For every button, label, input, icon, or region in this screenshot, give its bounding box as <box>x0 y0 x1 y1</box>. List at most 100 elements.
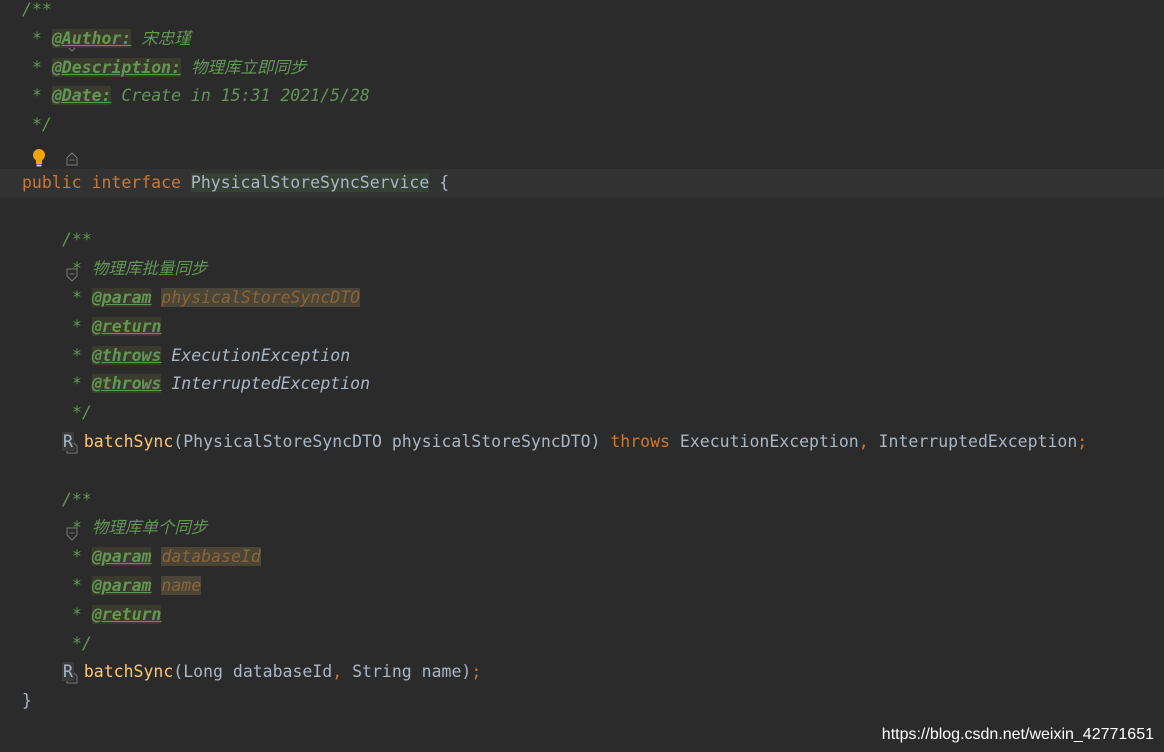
javadoc-line: * @return <box>72 601 162 630</box>
code-line[interactable]: */ <box>0 630 1164 684</box>
fold-icon[interactable] <box>6 494 78 542</box>
fold-icon[interactable] <box>6 118 78 166</box>
javadoc-line: * @param physicalStoreSyncDTO <box>72 284 361 313</box>
param-tag: @param <box>91 576 152 595</box>
code-line[interactable]: * 物理库单个同步 <box>0 514 1164 543</box>
javadoc-star: * <box>72 604 82 624</box>
code-line[interactable]: /** <box>0 486 1164 542</box>
method1-summary: 物理库批量同步 <box>91 259 208 279</box>
javadoc-star: * <box>32 28 42 48</box>
method2-signature: R batchSync(Long databaseId, String name… <box>62 658 481 687</box>
javadoc-open: /** <box>62 489 92 509</box>
code-line[interactable]: * @param databaseId <box>0 543 1164 572</box>
javadoc-line: * @param name <box>72 572 202 601</box>
throws-tag: @throws <box>91 345 162 365</box>
javadoc-line: * @param databaseId <box>72 543 261 572</box>
code-line[interactable]: * 物理库批量同步 <box>0 255 1164 284</box>
method1-signature: R batchSync(PhysicalStoreSyncDTO physica… <box>62 428 1087 457</box>
semicolon: ; <box>1077 432 1088 451</box>
javadoc-line: * @return <box>72 313 162 342</box>
method2-params-a: (Long databaseId <box>173 662 333 682</box>
exception-2: InterruptedException <box>878 432 1078 451</box>
javadoc-star: * <box>72 374 82 394</box>
keyword-throws: throws <box>610 432 670 451</box>
code-line[interactable]: * @param name <box>0 572 1164 601</box>
javadoc-close: */ <box>32 115 52 135</box>
code-line[interactable]: * @return <box>0 313 1164 342</box>
comma: , <box>858 432 869 451</box>
brace-open: { <box>439 172 450 192</box>
code-line[interactable]: /** <box>0 0 1164 52</box>
keyword-interface: interface <box>91 172 181 192</box>
javadoc-star: * <box>72 345 82 365</box>
code-line[interactable]: * @Description: 物理库立即同步 <box>0 54 1164 83</box>
method2-summary: 物理库单个同步 <box>91 518 208 538</box>
author-tag: @Author: <box>51 28 132 48</box>
description-tag: @Description: <box>51 57 182 77</box>
return-tag: @return <box>91 316 162 336</box>
return-type[interactable]: R <box>62 432 74 451</box>
code-line-current[interactable]: public interface PhysicalStoreSyncServic… <box>0 168 1164 198</box>
method1-name[interactable]: batchSync <box>84 432 173 451</box>
fold-icon[interactable] <box>6 4 78 52</box>
code-line[interactable]: * @Author: 宋忠瑾 <box>0 25 1164 54</box>
throws-value: InterruptedException <box>171 374 371 394</box>
javadoc-close: */ <box>72 403 92 423</box>
javadoc-star: * <box>72 518 82 538</box>
param-value: name <box>161 576 202 595</box>
watermark: https://blog.csdn.net/weixin_42771651 <box>881 726 1154 743</box>
fold-icon[interactable] <box>6 406 78 454</box>
method1-params: (PhysicalStoreSyncDTO physicalStoreSyncD… <box>173 432 601 451</box>
javadoc-star: * <box>72 259 82 279</box>
code-editor[interactable]: /** * @Author: 宋忠瑾 * @Description: 物理库立即… <box>0 0 1164 752</box>
method2-name[interactable]: batchSync <box>84 662 173 681</box>
javadoc-line: * @throws ExecutionException <box>72 342 350 371</box>
javadoc-line: * @Author: 宋忠瑾 <box>32 25 191 54</box>
throws-tag: @throws <box>91 374 162 394</box>
date-tag: @Date: <box>51 86 112 106</box>
method2-params-b: String name) <box>352 662 472 682</box>
javadoc-line: * @Description: 物理库立即同步 <box>32 54 306 83</box>
interface-name[interactable]: PhysicalStoreSyncService <box>190 172 430 192</box>
brace-close: } <box>22 691 32 711</box>
description-value: 物理库立即同步 <box>190 57 307 77</box>
javadoc-line: * 物理库批量同步 <box>72 255 207 284</box>
code-line[interactable]: * @throws InterruptedException <box>0 370 1164 399</box>
param-value: databaseId <box>161 547 261 567</box>
interface-declaration: public interface PhysicalStoreSyncServic… <box>22 169 449 198</box>
param-tag: @param <box>91 547 152 567</box>
fold-icon[interactable] <box>6 637 78 684</box>
javadoc-line: * @throws InterruptedException <box>72 370 370 399</box>
javadoc-line: * 物理库单个同步 <box>72 514 207 543</box>
javadoc-star: * <box>32 57 42 77</box>
throws-value: ExecutionException <box>171 345 351 365</box>
lightbulb-icon[interactable] <box>31 148 47 168</box>
fold-icon[interactable] <box>6 234 78 282</box>
exception-1: ExecutionException <box>679 432 859 451</box>
code-line[interactable]: /** <box>0 226 1164 282</box>
code-line[interactable]: * @param physicalStoreSyncDTO <box>0 284 1164 313</box>
param-tag: @param <box>91 288 152 307</box>
comma: , <box>332 662 343 682</box>
return-tag: @return <box>91 604 162 624</box>
code-line[interactable]: } <box>0 687 1164 716</box>
return-type[interactable]: R <box>62 662 74 682</box>
javadoc-line: * @Date: Create in 15:31 2021/5/28 <box>32 82 370 111</box>
code-line[interactable]: */ <box>0 111 1164 166</box>
javadoc-star: * <box>72 316 82 336</box>
javadoc-open: /** <box>22 0 52 19</box>
date-value: Create in 15:31 2021/5/28 <box>121 86 370 106</box>
code-line[interactable]: * @return <box>0 601 1164 630</box>
javadoc-star: * <box>72 576 82 595</box>
code-line[interactable]: R batchSync(PhysicalStoreSyncDTO physica… <box>0 428 1164 457</box>
code-line[interactable]: * @throws ExecutionException <box>0 342 1164 371</box>
semicolon: ; <box>471 662 482 682</box>
code-line[interactable]: * @Date: Create in 15:31 2021/5/28 <box>0 82 1164 111</box>
javadoc-star: * <box>72 288 82 307</box>
javadoc-star: * <box>72 547 82 567</box>
code-line[interactable]: R batchSync(Long databaseId, String name… <box>0 658 1164 687</box>
author-value: 宋忠瑾 <box>141 28 191 48</box>
javadoc-open: /** <box>62 230 92 250</box>
javadoc-star: * <box>32 86 42 106</box>
code-line[interactable]: */ <box>0 399 1164 454</box>
